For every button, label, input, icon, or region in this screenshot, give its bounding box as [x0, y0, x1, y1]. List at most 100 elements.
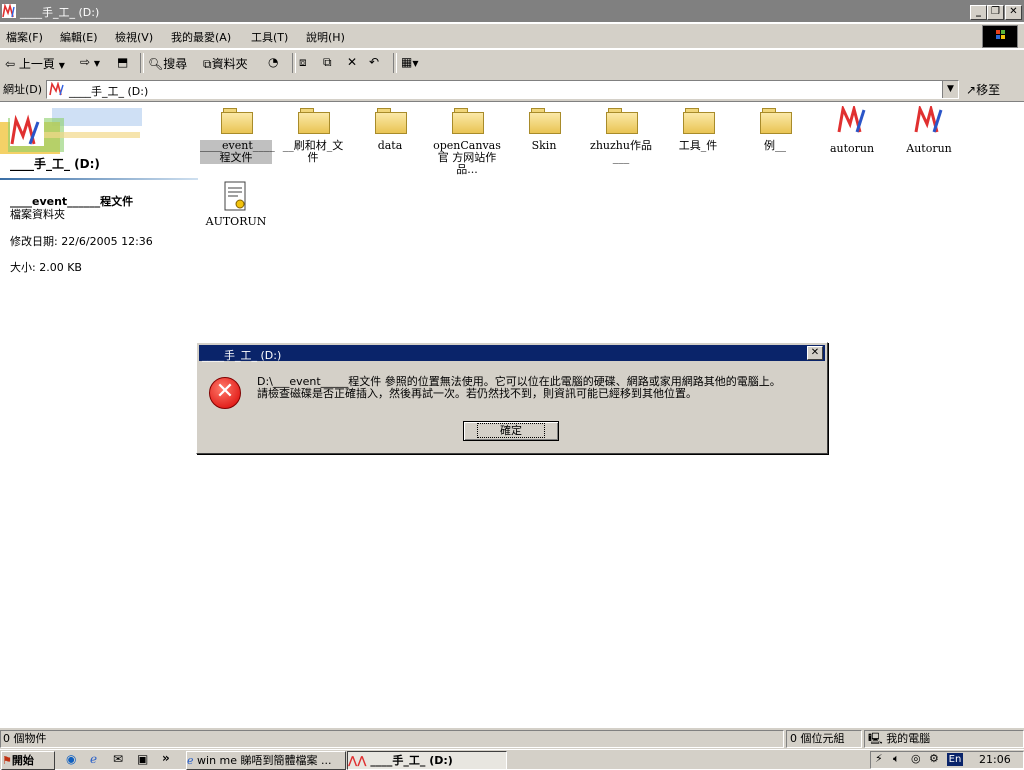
go-label: 移至: [976, 83, 1001, 97]
forward-button[interactable]: ⇨ ▼: [80, 55, 100, 69]
search-button[interactable]: 🔍︎搜尋: [148, 55, 187, 72]
folder-item-zhuzhu[interactable]: zhuzhu作品 ___: [585, 108, 657, 164]
error-icon: ✕: [209, 377, 241, 409]
tray-tool-icon[interactable]: ⚙: [929, 752, 939, 765]
dialog-message: D:\___event_____程文件 參照的位置無法使用。它可以位在此電腦的硬…: [257, 376, 817, 400]
task-label: ____手_工_ (D:): [370, 754, 453, 767]
tray-app-icon[interactable]: ◎: [911, 752, 921, 765]
search-icon: 🔍︎: [148, 57, 164, 71]
folders-label: 資料夾: [211, 57, 248, 71]
folder-icon: [683, 108, 715, 134]
item-label: openCanvas官 方网站作品...: [433, 139, 501, 176]
network-icon[interactable]: ⚡: [875, 752, 883, 765]
media-player-icon[interactable]: ◉: [66, 752, 76, 766]
status-zone-text: 我的電腦: [886, 732, 931, 745]
task-label: win me 睇唔到簡體檔案 ...: [197, 754, 332, 767]
move-to-icon[interactable]: ⧈: [299, 55, 307, 70]
item-label: autorun: [829, 142, 875, 155]
dialog-close-button[interactable]: ✕: [807, 346, 823, 360]
folder-icon: [221, 108, 253, 134]
folder-info-pane: ____手_工_ (D:) ____event______程文件 檔案資料夾 修…: [0, 102, 200, 722]
ok-button[interactable]: 確定: [463, 421, 559, 441]
dropdown-arrow-icon[interactable]: ▼: [59, 61, 65, 70]
menu-favorites[interactable]: 我的最愛(A): [171, 29, 231, 45]
language-indicator[interactable]: En: [947, 753, 963, 766]
item-size: 大小: 2.00 KB: [10, 261, 82, 274]
item-label: 工具_件: [678, 139, 718, 152]
address-input[interactable]: ____手_工_ (D:) ▼: [46, 80, 959, 99]
outlook-icon[interactable]: ✉: [113, 752, 123, 766]
menu-view[interactable]: 檢視(V): [115, 29, 153, 45]
show-desktop-icon[interactable]: ▣: [137, 752, 148, 766]
selected-item-type: 檔案資料夾: [10, 208, 65, 221]
restore-button[interactable]: ❐: [987, 5, 1004, 20]
status-bytes-text: 0 個位元組: [790, 732, 845, 745]
menu-help[interactable]: 說明(H): [306, 29, 345, 45]
system-tray: ⚡ 🔈︎ ◎ ⚙ En 21:06: [870, 751, 1024, 769]
start-button[interactable]: ⚑開始: [1, 751, 55, 770]
copy-to-icon[interactable]: ⧉: [323, 55, 332, 70]
windows-logo-icon: [982, 25, 1018, 48]
item-label: AUTORUN: [205, 215, 267, 228]
window-title: ____手_工_ (D:): [20, 6, 100, 19]
modified-date: 修改日期: 22/6/2005 12:36: [10, 235, 153, 248]
dialog-title: ____手_工_ (D:): [202, 349, 282, 362]
folder-item-examples[interactable]: 例__: [739, 108, 811, 152]
delete-icon[interactable]: ✕: [347, 55, 357, 69]
address-label: 網址(D): [3, 83, 43, 96]
window-title-bar[interactable]: ____手_工_ (D:) _ ❐ ✕: [0, 0, 1024, 22]
folder-item-brushes[interactable]: __刷和材_文 件: [277, 108, 349, 164]
folder-icon: [375, 108, 407, 134]
folder-item-event[interactable]: ____event____ 程文件: [200, 108, 275, 164]
folder-icon: [606, 108, 638, 134]
folder-item-data[interactable]: data: [354, 108, 426, 152]
app-logo-icon: [2, 4, 16, 18]
item-label: ____event____ 程文件: [200, 139, 275, 164]
history-icon[interactable]: ◔: [268, 55, 278, 69]
undo-icon[interactable]: ↶: [369, 55, 379, 69]
task-button-explorer[interactable]: ⋀⋀ ____手_工_ (D:): [347, 751, 507, 770]
item-label: __刷和材_文 件: [282, 139, 344, 164]
status-bytes: 0 個位元組: [786, 730, 862, 748]
clock[interactable]: 21:06: [979, 753, 1011, 766]
folder-item-opencanvas[interactable]: openCanvas官 方网站作品...: [431, 108, 503, 176]
volume-icon[interactable]: 🔈︎: [893, 752, 900, 766]
item-label: 例__: [764, 139, 786, 152]
drive-logo-icon: [49, 82, 64, 96]
folder-icon: [529, 108, 561, 134]
item-label: zhuzhu作品 ___: [590, 139, 652, 164]
back-button[interactable]: ⇦ 上一頁 ▼: [5, 55, 65, 72]
folder-icon: [452, 108, 484, 134]
menu-edit[interactable]: 編輯(E): [60, 29, 98, 45]
ie-browser-icon[interactable]: ℯ: [90, 752, 97, 766]
dialog-title-bar[interactable]: ____手_工_ (D:) ✕: [199, 345, 825, 362]
file-item-autorun-app[interactable]: Autorun: [893, 103, 965, 155]
folder-item-tools[interactable]: 工具_件: [662, 108, 734, 152]
settings-file-icon: [224, 181, 246, 211]
taskbar: ⚑開始 ◉ ℯ ✉ ▣ » ℯ win me 睇唔到簡體檔案 ... ⋀⋀ __…: [0, 749, 1024, 770]
menu-bar: 檔案(F) 編輯(E) 檢視(V) 我的最愛(A) 工具(T) 說明(H): [0, 24, 1024, 49]
folder-item-skin[interactable]: Skin: [508, 108, 580, 152]
go-button[interactable]: ↗移至: [966, 81, 1000, 98]
windows-flag-icon: ⚑: [2, 754, 12, 767]
file-item-autorun-inf[interactable]: AUTORUN: [200, 180, 272, 228]
folders-button[interactable]: ⧉資料夾: [203, 55, 248, 72]
views-icon[interactable]: ▦▼: [401, 55, 419, 69]
address-dropdown-icon[interactable]: ▼: [942, 81, 958, 98]
quicklaunch-chevron[interactable]: »: [162, 751, 170, 765]
close-button[interactable]: ✕: [1005, 5, 1022, 20]
standard-toolbar: ⇦ 上一頁 ▼ ⇨ ▼ ⬒ 🔍︎搜尋 ⧉資料夾 ◔ ⧈ ⧉ ✕ ↶ ▦▼: [0, 49, 1024, 79]
menu-file[interactable]: 檔案(F): [6, 29, 43, 45]
start-label: 開始: [11, 754, 34, 767]
status-zone: 🖳 我的電腦: [864, 730, 1024, 748]
ok-label: 確定: [477, 423, 545, 438]
up-folder-icon[interactable]: ⬒: [117, 55, 128, 69]
item-label: Skin: [531, 139, 557, 152]
task-button-ie[interactable]: ℯ win me 睇唔到簡體檔案 ...: [186, 751, 346, 770]
file-item-autorun-exe[interactable]: autorun: [816, 103, 888, 155]
minimize-button[interactable]: _: [970, 5, 987, 20]
back-label: 上一頁: [18, 57, 55, 71]
menu-tools[interactable]: 工具(T): [251, 29, 288, 45]
folder-icon: [298, 108, 330, 134]
folders-icon: ⧉: [203, 57, 212, 71]
